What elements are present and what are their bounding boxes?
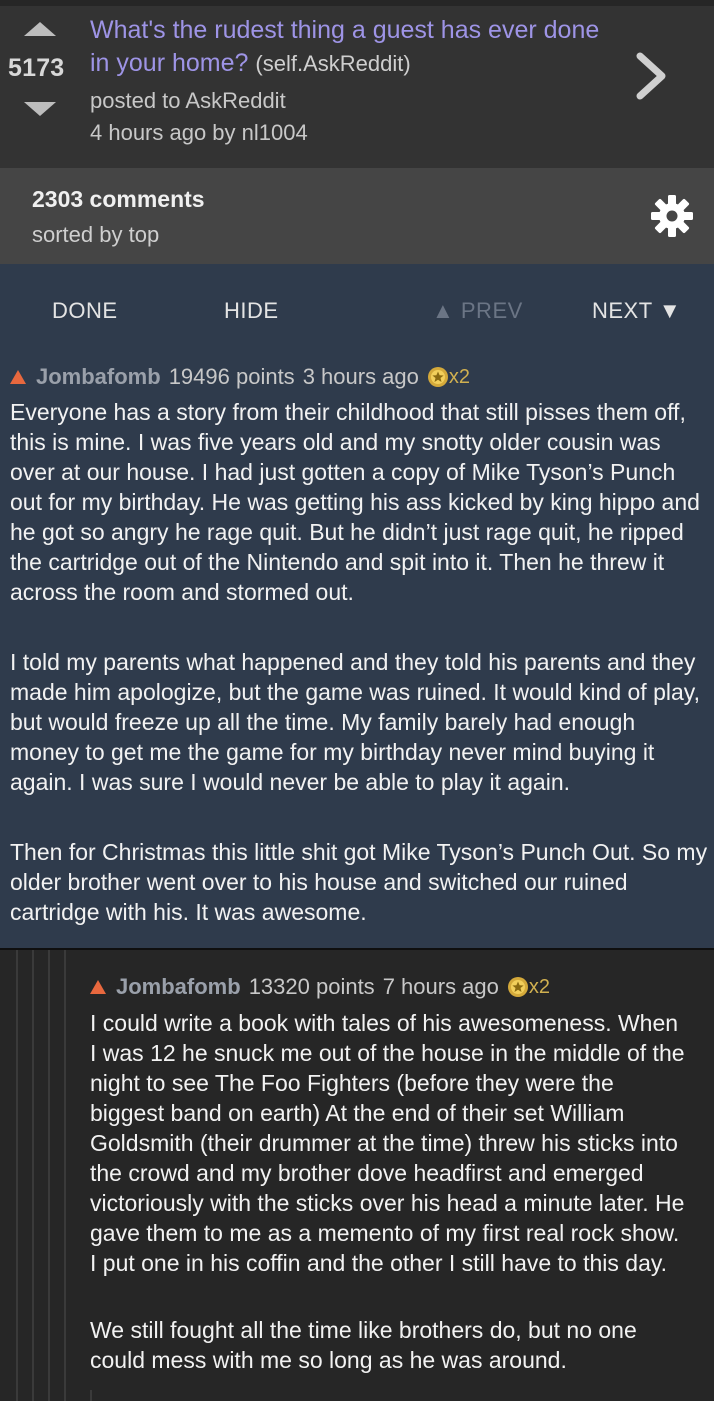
indent-line xyxy=(32,950,34,1401)
comment-paragraph: I could write a book with tales of his a… xyxy=(90,1010,685,1276)
comment-points: 19496 points xyxy=(168,364,295,389)
indent-line xyxy=(16,950,18,1401)
vote-column: 5173 xyxy=(0,14,80,124)
comment-paragraph: Everyone has a story from their childhoo… xyxy=(10,399,700,605)
post-title-link[interactable]: What's the rudest thing a guest has ever… xyxy=(90,14,610,80)
post-age-author: 4 hours ago by nl1004 xyxy=(90,120,308,145)
comment-count: 2303 comments xyxy=(32,186,205,212)
upvoted-icon[interactable] xyxy=(90,980,106,994)
comment-author[interactable]: Jombafomb xyxy=(116,974,241,1000)
indent-line xyxy=(48,950,50,1401)
status-strip xyxy=(0,0,714,6)
post-score: 5173 xyxy=(8,54,65,82)
downvote-arrow-icon[interactable] xyxy=(24,102,56,116)
comment-points: 13320 points xyxy=(248,974,375,999)
gilded-count: x2 xyxy=(448,365,471,388)
comment-age: 3 hours ago xyxy=(302,364,419,389)
comment-paragraph: I told my parents what happened and they… xyxy=(10,649,700,795)
chevron-right-icon[interactable] xyxy=(632,48,672,104)
next-button[interactable]: NEXT ▼ xyxy=(592,298,681,324)
upvoted-icon[interactable] xyxy=(10,370,26,384)
prev-button[interactable]: ▲ PREV xyxy=(432,298,523,324)
indent-line xyxy=(64,950,66,1401)
posted-to: posted to AskReddit xyxy=(90,88,286,113)
comment-age: 7 hours ago xyxy=(382,974,499,999)
hide-button[interactable]: HIDE xyxy=(224,298,279,324)
comment-meta: Jombafomb 19496 points 3 hours ago x2 xyxy=(10,364,470,390)
comment-meta: Jombafomb 13320 points 7 hours ago x2 xyxy=(90,974,550,1000)
comment-paragraph: Then for Christmas this little shit got … xyxy=(10,839,708,925)
post-domain: (self.AskReddit) xyxy=(255,51,411,76)
comment-author[interactable]: Jombafomb xyxy=(36,364,161,390)
gilded-count: x2 xyxy=(528,975,551,998)
gear-icon[interactable] xyxy=(650,194,694,238)
comment-paragraph: We still fought all the time like brothe… xyxy=(90,1317,637,1373)
comments-bar xyxy=(0,168,714,264)
upvote-arrow-icon[interactable] xyxy=(24,22,56,36)
indent-line xyxy=(90,1390,92,1401)
comment-sort[interactable]: sorted by top xyxy=(32,222,159,248)
done-button[interactable]: DONE xyxy=(52,298,118,324)
gilded-icon xyxy=(507,977,528,997)
gilded-icon xyxy=(427,367,448,387)
